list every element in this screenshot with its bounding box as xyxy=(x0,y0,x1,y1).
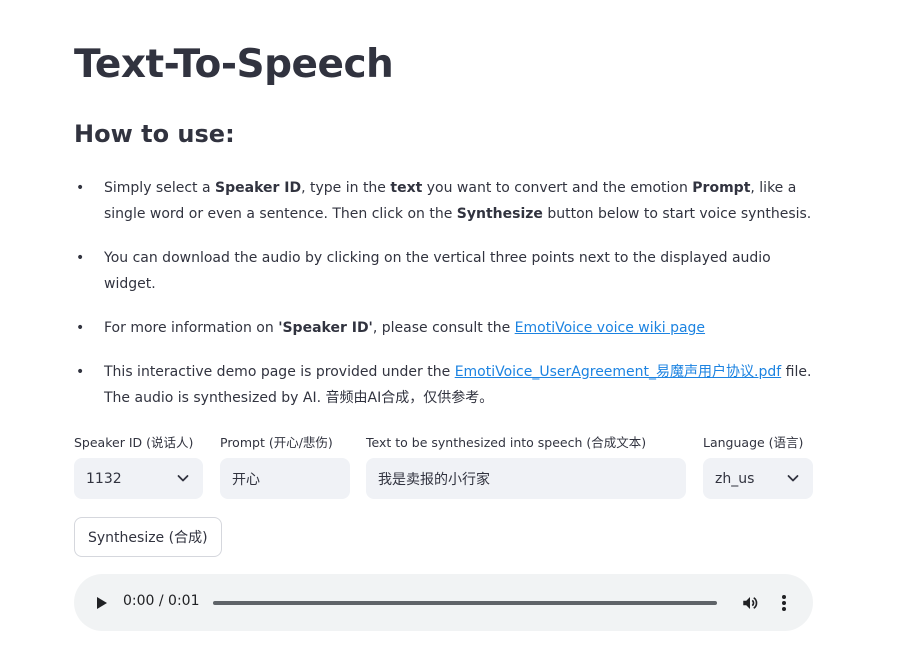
audio-progress-bar[interactable] xyxy=(213,601,717,605)
play-icon[interactable] xyxy=(96,596,108,610)
how-to-use-heading: How to use: xyxy=(74,120,235,148)
prompt-label: Prompt (开心/悲伤) xyxy=(220,435,333,450)
bullet-icon: • xyxy=(76,364,85,380)
bullet-icon: • xyxy=(76,250,85,266)
prompt-input[interactable]: 开心 xyxy=(220,458,350,499)
text-value: 我是卖报的小行家 xyxy=(378,471,490,488)
audio-time: 0:00 / 0:01 xyxy=(123,593,200,609)
list-item: • For more information on 'Speaker ID', … xyxy=(74,315,814,341)
text-label: Text to be synthesized into speech (合成文本… xyxy=(366,435,647,450)
bullet-icon: • xyxy=(76,320,85,336)
volume-icon[interactable] xyxy=(741,594,759,612)
prompt-value: 开心 xyxy=(232,471,260,488)
bullet-icon: • xyxy=(76,180,85,196)
more-vertical-icon[interactable] xyxy=(781,593,787,613)
text-input[interactable]: 我是卖报的小行家 xyxy=(366,458,686,499)
synthesize-button[interactable]: Synthesize (合成) xyxy=(74,517,222,557)
speaker-id-value: 1132 xyxy=(86,470,122,487)
language-label: Language (语言) xyxy=(703,435,804,450)
user-agreement-link[interactable]: EmotiVoice_UserAgreement_易魔声用户协议.pdf xyxy=(455,364,782,380)
speaker-id-label: Speaker ID (说话人) xyxy=(74,435,194,450)
language-value: zh_us xyxy=(715,470,755,487)
chevron-down-icon xyxy=(177,475,189,482)
audio-player: 0:00 / 0:01 xyxy=(74,574,813,631)
instructions-list: • Simply select a Speaker ID, type in th… xyxy=(74,175,814,429)
voice-wiki-link[interactable]: EmotiVoice voice wiki page xyxy=(515,320,705,336)
page-title: Text-To-Speech xyxy=(74,42,394,87)
list-item: • You can download the audio by clicking… xyxy=(74,245,814,297)
chevron-down-icon xyxy=(787,475,799,482)
speaker-id-select[interactable]: 1132 xyxy=(74,458,203,499)
language-select[interactable]: zh_us xyxy=(703,458,813,499)
list-item: • Simply select a Speaker ID, type in th… xyxy=(74,175,814,227)
list-item: • This interactive demo page is provided… xyxy=(74,359,814,411)
